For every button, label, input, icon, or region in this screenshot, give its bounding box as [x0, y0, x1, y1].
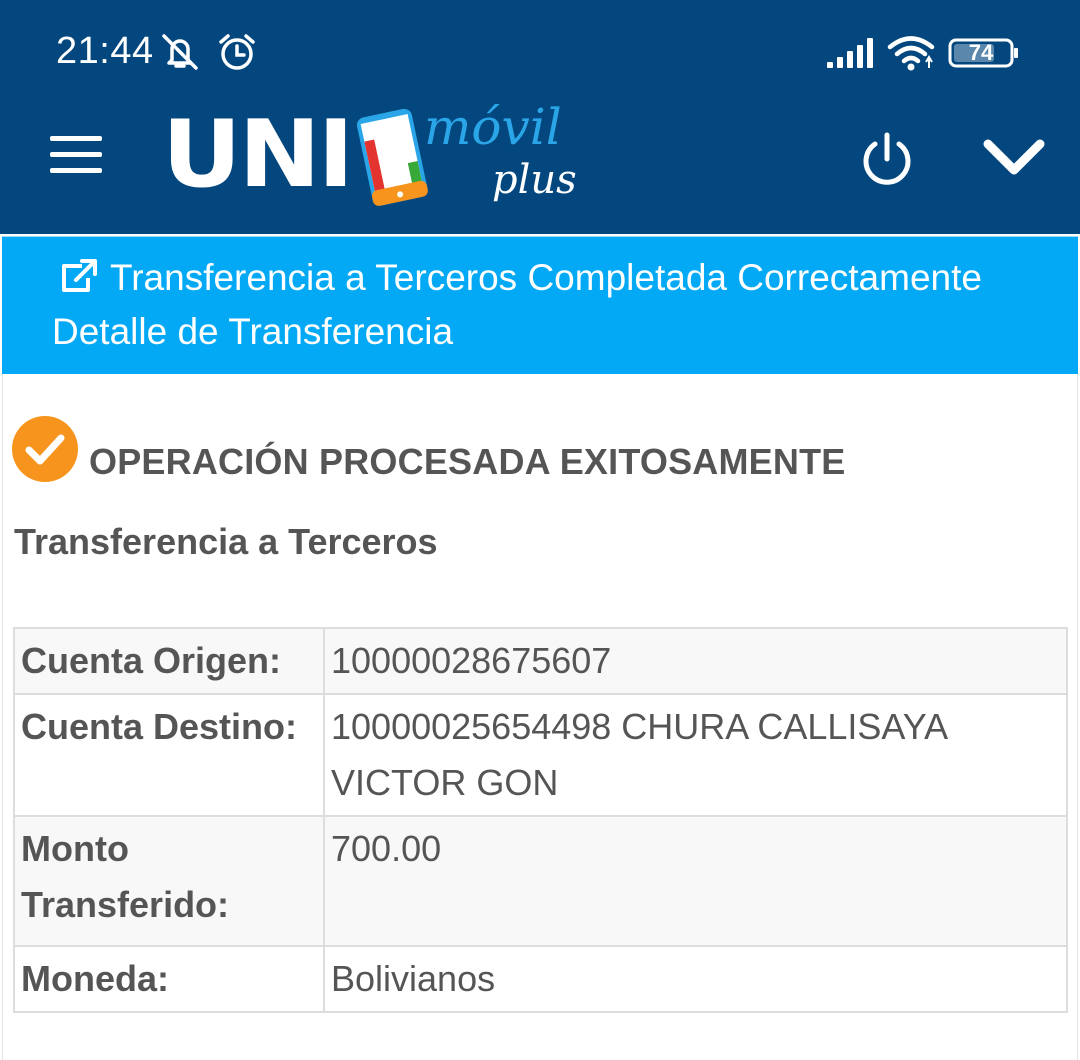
chevron-down-icon[interactable] — [982, 136, 1046, 180]
banner-title: Transferencia a Terceros Completada Corr… — [110, 257, 982, 298]
detail-label: Moneda: — [13, 945, 325, 1013]
battery-icon: 74 — [948, 38, 1020, 68]
wifi-icon — [887, 36, 935, 71]
transfer-details-table: Cuenta Origen: 10000028675607 Cuenta Des… — [13, 627, 1068, 1013]
transfer-banner: Transferencia a Terceros Completada Corr… — [2, 236, 1078, 374]
operation-type: Transferencia a Terceros — [14, 521, 438, 562]
detail-label: Monto Transferido: — [13, 815, 325, 947]
detail-label: Cuenta Destino: — [13, 693, 325, 817]
detail-value: 10000028675607 — [323, 627, 1068, 695]
external-link-icon — [62, 259, 97, 292]
mute-icon — [162, 34, 198, 70]
logo-script-text: móvil — [424, 98, 562, 156]
phone-logo-icon — [356, 108, 428, 206]
detail-label: Cuenta Origen: — [13, 627, 325, 695]
status-time: 21:44 — [56, 30, 154, 72]
banner-subtitle: Detalle de Transferencia — [52, 311, 454, 352]
table-row: Cuenta Destino: 10000025654498 CHURA CAL… — [13, 693, 1068, 817]
detail-value: 10000025654498 CHURA CALLISAYA VICTOR GO… — [323, 693, 1068, 817]
operation-status: OPERACIÓN PROCESADA EXITOSAMENTE — [89, 441, 846, 482]
detail-value: Bolivianos — [323, 945, 1068, 1013]
battery-level: 74 — [968, 40, 994, 65]
unimovil-plus-logo: UNI móvil plus — [162, 100, 582, 218]
table-row: Cuenta Origen: 10000028675607 — [13, 627, 1068, 695]
table-row: Monto Transferido: 700.00 — [13, 815, 1068, 947]
app-header: 21:44 74 UNI móvil plus — [0, 0, 1080, 234]
detail-value: 700.00 — [323, 815, 1068, 947]
hamburger-menu-icon[interactable] — [50, 136, 104, 176]
logo-main-text: UNI — [162, 100, 354, 209]
power-icon[interactable] — [858, 131, 916, 189]
detail-label-text: Monto Transferido: — [21, 828, 230, 925]
signal-icon — [827, 38, 873, 68]
banner-title-row: Transferencia a Terceros Completada Corr… — [58, 257, 982, 299]
alarm-icon — [219, 34, 255, 70]
table-row: Moneda: Bolivianos — [13, 945, 1068, 1013]
logo-sub-text: plus — [492, 157, 577, 203]
check-circle-icon — [12, 416, 78, 482]
